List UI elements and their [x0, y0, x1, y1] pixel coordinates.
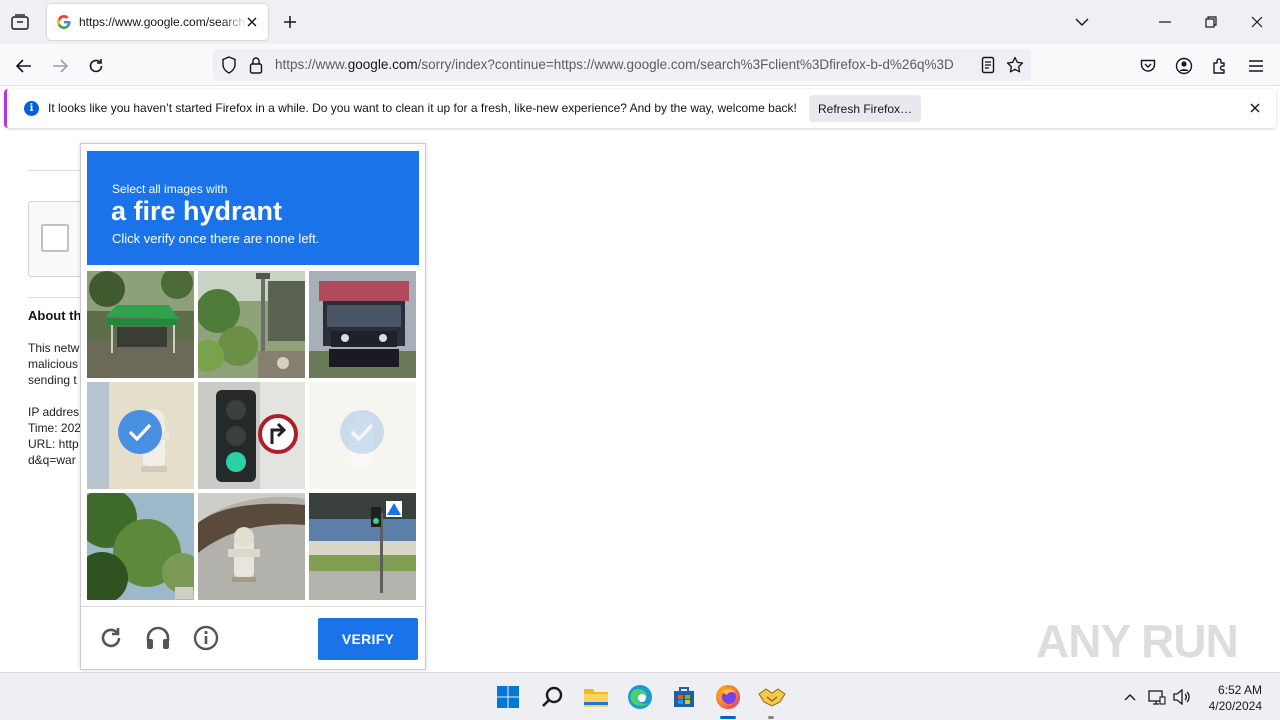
image-tile-lamp-garden[interactable] [198, 271, 305, 378]
reload-challenge-icon[interactable] [97, 624, 125, 652]
file-explorer-icon[interactable] [580, 681, 612, 713]
help-info-icon[interactable] [192, 624, 220, 652]
microsoft-store-icon[interactable] [668, 681, 700, 713]
clock-time: 6:52 AM [1217, 683, 1262, 697]
minimize-icon[interactable] [1142, 0, 1188, 44]
back-arrow-icon[interactable] [10, 52, 38, 80]
pocket-icon[interactable] [1134, 52, 1162, 80]
close-notification-icon[interactable] [1248, 101, 1262, 115]
image-tile-hydrant[interactable] [198, 493, 305, 600]
forward-arrow-icon[interactable] [46, 52, 74, 80]
tab-google-search[interactable]: https://www.google.com/search?client=fir… [47, 4, 268, 40]
challenge-header: Select all images with a fire hydrant Cl… [87, 151, 419, 265]
body-line: Time: 202 [28, 421, 81, 435]
recaptcha-challenge-popup: Select all images with a fire hydrant Cl… [80, 143, 426, 670]
close-window-icon[interactable] [1234, 0, 1280, 44]
google-favicon-icon [57, 15, 71, 29]
refresh-firefox-button[interactable]: Refresh Firefox… [809, 95, 921, 122]
account-icon[interactable] [1170, 52, 1198, 80]
image-tile-hydrant-selected[interactable] [87, 382, 194, 489]
body-line: d&q=war [28, 453, 76, 467]
clock-date: 4/20/2024 [1208, 699, 1262, 713]
app-menu-hamburger-icon[interactable] [1242, 52, 1270, 80]
body-line: URL: http [28, 437, 79, 451]
edge-browser-icon[interactable] [624, 681, 656, 713]
extensions-icon[interactable] [1206, 52, 1234, 80]
reload-icon[interactable] [82, 52, 110, 80]
image-tile-traffic-light[interactable] [198, 382, 305, 489]
running-app-indicator [768, 716, 774, 719]
url-prefix: https://www. [275, 57, 348, 72]
body-line: malicious [28, 357, 79, 371]
notification-message: It looks like you haven’t started Firefo… [48, 101, 797, 115]
show-hidden-icons-chevron-icon[interactable] [1120, 687, 1140, 707]
anyrun-watermark-logo: ANY RUN [1036, 606, 1239, 676]
selected-check-icon [340, 410, 384, 454]
tracking-protection-shield-icon[interactable] [221, 56, 237, 79]
url-bar[interactable]: https://www.google.com/sorry/index?conti… [213, 49, 1031, 81]
active-app-indicator [720, 716, 736, 719]
lock-icon[interactable] [249, 56, 263, 79]
body-line: This netw [28, 341, 80, 355]
volume-icon[interactable] [1172, 687, 1192, 707]
url-path: /sorry/index?continue=https://www.google… [417, 57, 954, 72]
challenge-target: a fire hydrant [111, 196, 283, 226]
url-host: google.com [347, 57, 418, 72]
recaptcha-widget [28, 201, 88, 277]
selected-check-icon [118, 410, 162, 454]
divider [81, 606, 425, 607]
navigation-toolbar: https://www.google.com/sorry/index?conti… [0, 44, 1280, 86]
divider [28, 170, 88, 171]
restore-icon[interactable] [1188, 0, 1234, 44]
tab-title: https://www.google.com/search?client=fir… [79, 15, 247, 29]
verify-button[interactable]: VERIFY [318, 618, 418, 660]
firefox-view-icon[interactable] [8, 10, 32, 34]
bookmark-star-icon[interactable] [1006, 56, 1024, 79]
image-tile-crossing-light[interactable] [309, 493, 416, 600]
image-tile-hydrant-fading[interactable] [309, 382, 416, 489]
windows-taskbar: 6:52 AM 4/20/2024 [0, 672, 1280, 720]
firefox-icon[interactable] [712, 681, 744, 713]
reader-view-icon[interactable] [981, 56, 995, 79]
info-icon: i [24, 101, 39, 116]
tab-strip: https://www.google.com/search?client=fir… [0, 0, 1280, 44]
about-heading: About th [28, 308, 82, 323]
body-line: IP addres [28, 405, 80, 419]
instruction-note: Click verify once there are none left. [112, 231, 320, 246]
close-tab-icon[interactable] [244, 14, 260, 30]
image-tile-truck[interactable] [309, 271, 416, 378]
divider [28, 297, 88, 298]
image-tile-tent[interactable] [87, 271, 194, 378]
recaptcha-checkbox[interactable] [41, 224, 69, 252]
system-clock[interactable]: 6:52 AM 4/20/2024 [1209, 682, 1262, 714]
search-icon[interactable] [536, 681, 568, 713]
url-text[interactable]: https://www.google.com/sorry/index?conti… [275, 57, 971, 72]
windows-start-icon[interactable] [492, 681, 524, 713]
audio-challenge-headphones-icon[interactable] [144, 624, 172, 652]
body-line: sending t [28, 373, 77, 387]
refresh-firefox-notification: i It looks like you haven’t started Fire… [4, 89, 1276, 128]
new-tab-icon[interactable] [280, 12, 300, 32]
image-tile-trees[interactable] [87, 493, 194, 600]
watermark-text: ANY RUN [1036, 615, 1239, 667]
handshake-app-icon[interactable] [756, 681, 788, 713]
list-all-tabs-chevron-icon[interactable] [1072, 12, 1092, 32]
network-icon[interactable] [1147, 687, 1167, 707]
instruction-small: Select all images with [112, 182, 228, 196]
